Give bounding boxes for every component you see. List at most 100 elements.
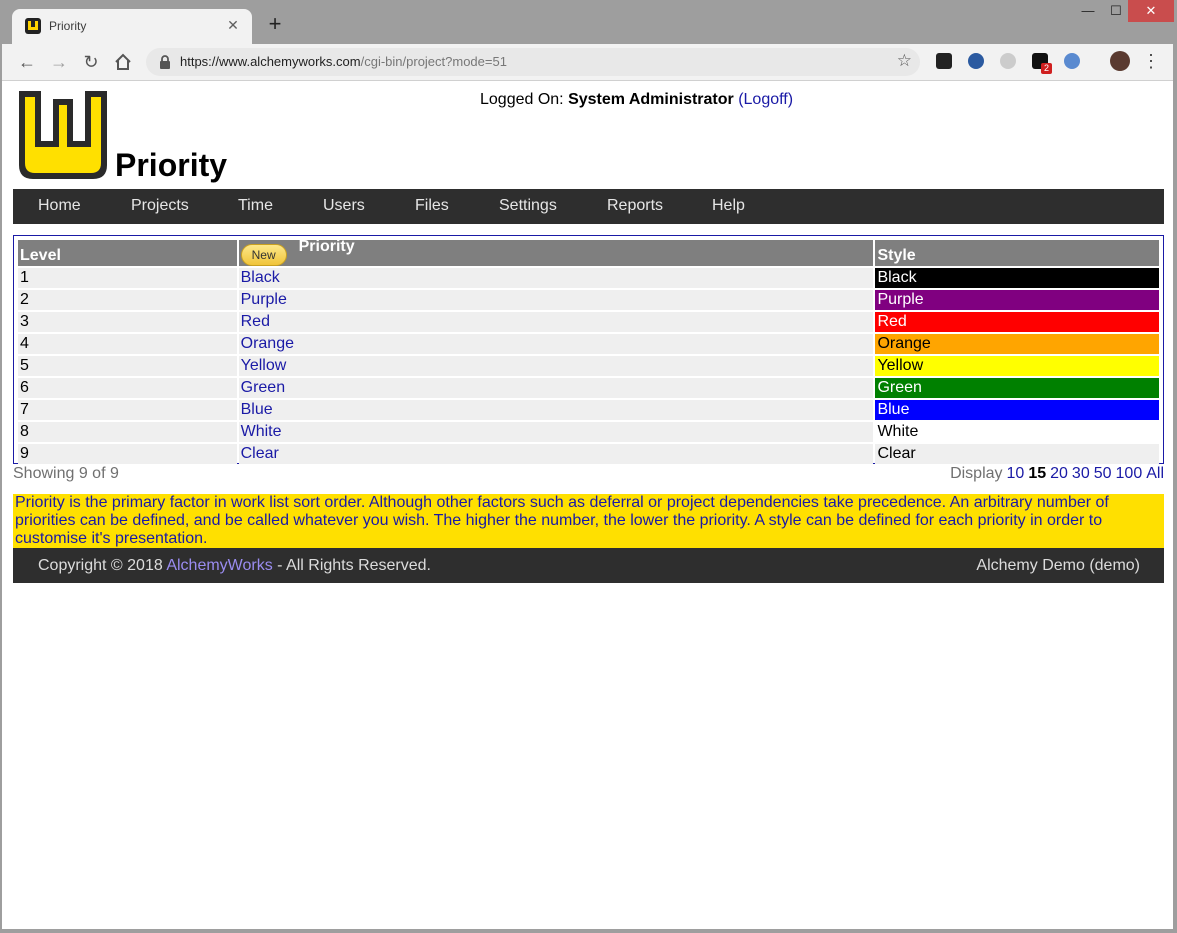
priority-name-cell: Red bbox=[238, 312, 874, 332]
extension-e-icon[interactable] bbox=[968, 53, 984, 69]
priority-name-cell: Green bbox=[238, 378, 874, 398]
extension-badge-count: 2 bbox=[1041, 63, 1053, 74]
nav-settings[interactable]: Settings bbox=[499, 197, 557, 215]
priority-name-cell: Blue bbox=[238, 400, 874, 420]
level-cell: 2 bbox=[18, 290, 237, 310]
level-cell: 1 bbox=[18, 268, 237, 288]
style-swatch-cell: Blue bbox=[875, 400, 1159, 420]
table-row: 8 White White bbox=[18, 422, 1159, 442]
browser-tab[interactable]: Priority ✕ bbox=[12, 9, 252, 44]
table-row: 7 Blue Blue bbox=[18, 400, 1159, 420]
level-cell: 3 bbox=[18, 312, 237, 332]
style-swatch-cell: White bbox=[875, 422, 1159, 442]
priority-name-cell: Clear bbox=[238, 444, 874, 464]
web-page: Priority Logged On: System Administrator… bbox=[2, 81, 1173, 929]
priority-grid: Level New Priority Style 1 Black Black 2 Purp… bbox=[13, 235, 1164, 464]
nav-projects[interactable]: Projects bbox=[131, 197, 189, 215]
extension-circle-icon[interactable] bbox=[1000, 53, 1016, 69]
level-cell: 4 bbox=[18, 334, 237, 354]
column-header-priority: New Priority bbox=[238, 238, 874, 266]
nav-users[interactable]: Users bbox=[323, 197, 365, 215]
style-swatch-cell: Yellow bbox=[875, 356, 1159, 376]
forward-arrow-icon[interactable]: → bbox=[48, 51, 70, 73]
page-size-15: 15 bbox=[1028, 465, 1047, 482]
login-status: Logged On: System Administrator (Logoff) bbox=[480, 91, 794, 108]
page-size-10[interactable]: 10 bbox=[1007, 465, 1025, 482]
table-row: 9 Clear Clear bbox=[18, 444, 1159, 464]
address-bar[interactable]: https://www.alchemyworks.com/cgi-bin/pro… bbox=[146, 48, 920, 76]
browser-toolbar: ← → ↻ https://www.alchemyworks.com/cgi-b… bbox=[2, 44, 1173, 81]
style-swatch-cell: Purple bbox=[875, 290, 1159, 310]
main-nav: Home Projects Time Users Files Settings … bbox=[13, 189, 1164, 224]
priority-name-cell: White bbox=[238, 422, 874, 442]
new-priority-button[interactable]: New bbox=[240, 244, 287, 266]
column-header-level[interactable]: Level bbox=[18, 240, 237, 266]
lock-icon bbox=[160, 55, 170, 69]
priority-name-cell: Orange bbox=[238, 334, 874, 354]
priority-table: Level New Priority Style 1 Black Black 2 Purp… bbox=[16, 238, 1161, 466]
style-swatch-cell: Red bbox=[875, 312, 1159, 332]
browser-menu-icon[interactable]: ⋮ bbox=[1142, 51, 1160, 72]
nav-help[interactable]: Help bbox=[712, 197, 745, 215]
priority-link[interactable]: Black bbox=[241, 269, 280, 286]
extension-blackberry-icon[interactable] bbox=[936, 53, 952, 69]
priority-name-cell: Purple bbox=[238, 290, 874, 310]
instance-name: Alchemy Demo (demo) bbox=[976, 557, 1140, 574]
page-size-30[interactable]: 30 bbox=[1072, 465, 1090, 482]
page-size-all[interactable]: All bbox=[1146, 465, 1164, 482]
priority-link[interactable]: Orange bbox=[241, 335, 294, 352]
alchemyworks-favicon-icon bbox=[25, 18, 41, 34]
table-row: 6 Green Green bbox=[18, 378, 1159, 398]
page-size-20[interactable]: 20 bbox=[1050, 465, 1068, 482]
level-cell: 8 bbox=[18, 422, 237, 442]
reload-icon[interactable]: ↻ bbox=[80, 51, 102, 73]
style-swatch-cell: Clear bbox=[875, 444, 1159, 464]
nav-time[interactable]: Time bbox=[238, 197, 273, 215]
style-swatch-cell: Black bbox=[875, 268, 1159, 288]
page-footer: Copyright © 2018 AlchemyWorks - All Righ… bbox=[13, 548, 1164, 583]
page-size-50[interactable]: 50 bbox=[1094, 465, 1112, 482]
page-size-selector: Display 10 15 20 30 50 100 All bbox=[950, 465, 1164, 482]
level-cell: 6 bbox=[18, 378, 237, 398]
tab-close-icon[interactable]: ✕ bbox=[224, 16, 242, 34]
extension-globe-icon[interactable] bbox=[1064, 53, 1080, 69]
style-swatch-cell: Green bbox=[875, 378, 1159, 398]
page-title: Priority bbox=[115, 147, 228, 183]
priority-link[interactable]: Purple bbox=[241, 291, 287, 308]
logged-in-user: System Administrator bbox=[568, 91, 734, 108]
priority-link[interactable]: Green bbox=[241, 379, 285, 396]
table-row: 3 Red Red bbox=[18, 312, 1159, 332]
logoff-link[interactable]: Logoff bbox=[744, 91, 788, 108]
table-row: 5 Yellow Yellow bbox=[18, 356, 1159, 376]
priority-link[interactable]: Blue bbox=[241, 401, 273, 418]
priority-link[interactable]: Yellow bbox=[241, 357, 287, 374]
alchemyworks-logo-icon bbox=[19, 91, 107, 179]
table-row: 1 Black Black bbox=[18, 268, 1159, 288]
alchemyworks-link[interactable]: AlchemyWorks bbox=[166, 557, 272, 574]
bookmark-star-icon[interactable]: ☆ bbox=[897, 51, 912, 71]
table-row: 4 Orange Orange bbox=[18, 334, 1159, 354]
priority-link[interactable]: Clear bbox=[241, 445, 279, 462]
window-close-button[interactable]: ✕ bbox=[1128, 0, 1174, 22]
browser-titlebar: Priority ✕ + — ☐ ✕ bbox=[0, 0, 1177, 44]
profile-avatar[interactable] bbox=[1110, 51, 1130, 71]
page-size-100[interactable]: 100 bbox=[1116, 465, 1143, 482]
home-icon[interactable] bbox=[112, 51, 134, 73]
back-arrow-icon[interactable]: ← bbox=[16, 51, 38, 73]
style-swatch-cell: Orange bbox=[875, 334, 1159, 354]
new-tab-button[interactable]: + bbox=[264, 13, 286, 35]
nav-files[interactable]: Files bbox=[415, 197, 449, 215]
priority-name-cell: Black bbox=[238, 268, 874, 288]
priority-link[interactable]: Red bbox=[241, 313, 270, 330]
level-cell: 7 bbox=[18, 400, 237, 420]
record-count: Showing 9 of 9 bbox=[13, 465, 119, 482]
nav-home[interactable]: Home bbox=[38, 197, 81, 215]
level-cell: 9 bbox=[18, 444, 237, 464]
priority-name-cell: Yellow bbox=[238, 356, 874, 376]
nav-reports[interactable]: Reports bbox=[607, 197, 663, 215]
copyright: Copyright © 2018 AlchemyWorks - All Righ… bbox=[38, 557, 431, 574]
column-header-style[interactable]: Style bbox=[875, 240, 1159, 266]
url-text: https://www.alchemyworks.com/cgi-bin/pro… bbox=[180, 54, 507, 69]
priority-link[interactable]: White bbox=[241, 423, 282, 440]
priority-header-label[interactable]: Priority bbox=[299, 238, 355, 255]
